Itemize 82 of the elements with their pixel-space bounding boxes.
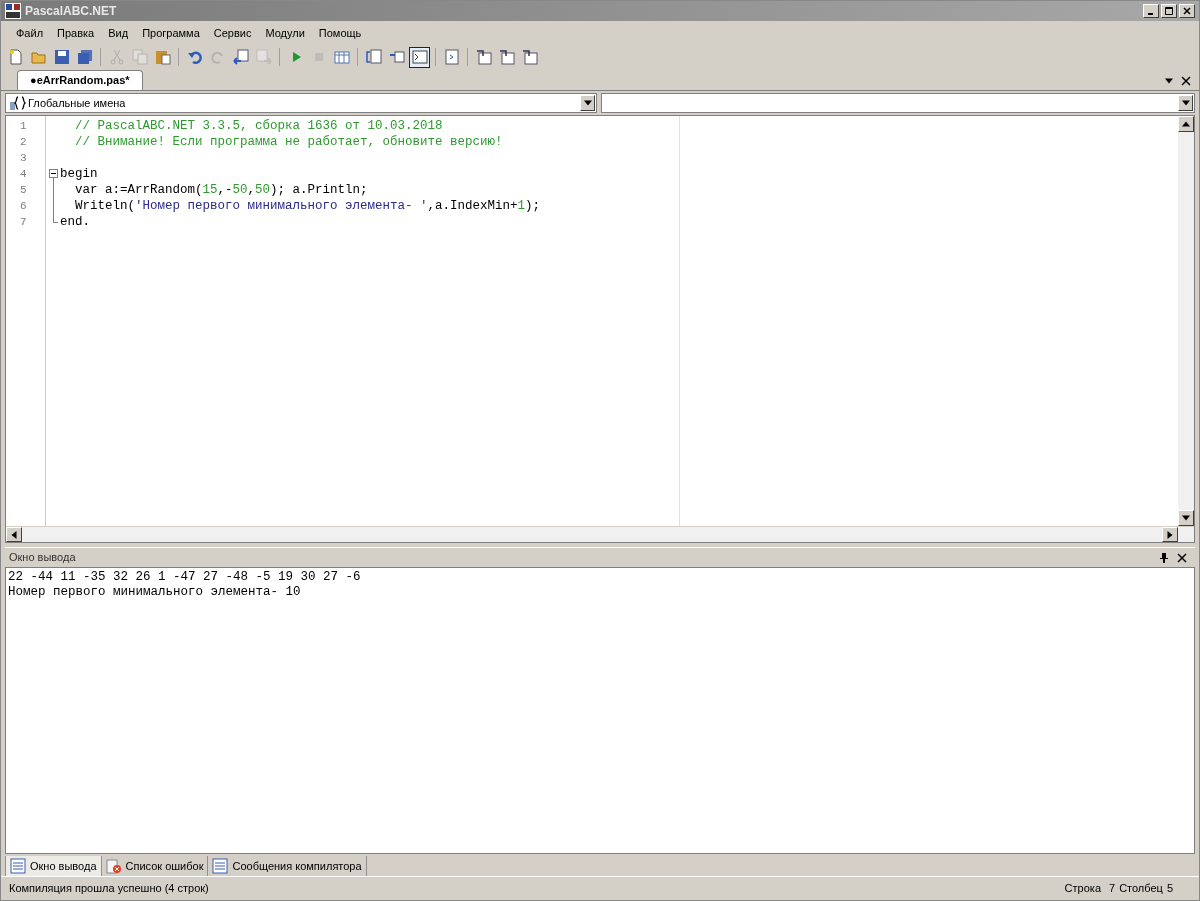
scroll-right-icon [1167,530,1173,539]
step-icon [498,49,515,65]
dropdown-arrow-button[interactable] [580,95,595,111]
paste-icon [154,49,171,65]
column-label: Столбец [1119,881,1163,897]
line-number: 5 [19,182,26,198]
line-label: Строка [1064,881,1101,897]
panel-tab[interactable]: Окно вывода [5,856,102,876]
line-value: 7 [1109,881,1116,897]
open-folder-icon [30,49,47,65]
menu-item[interactable]: Модули [258,22,312,44]
line-number: 3 [19,150,26,166]
list-icon [10,858,26,874]
code-line: Writeln('Номер первого минимального элемента- ',a.IndexMin+1); [74,198,542,214]
panel-icon [443,49,460,65]
scroll-up-icon [1182,121,1190,127]
scissors-icon [108,49,125,65]
pin-icon[interactable] [1159,552,1169,563]
document-bracket-icon [365,49,382,65]
close-icon[interactable] [1177,552,1187,563]
save-all-icon [76,49,93,65]
clipboard-error-icon [105,858,122,874]
window-arrow-icon [255,49,272,65]
window-title: PascalABC.NET [25,3,117,20]
close-icon [1183,7,1191,15]
maximize-icon [1165,7,1173,15]
new-file-icon [7,49,24,65]
window-arrow-icon [232,49,249,65]
line-number: 7 [19,214,26,230]
line-number: 6 [19,198,26,214]
step-icon [475,49,492,65]
maximize-button[interactable] [1161,4,1177,18]
code-line: end. [60,214,91,230]
undo-icon [186,49,203,65]
column-value: 5 [1166,881,1173,897]
caret-icon [1165,78,1173,84]
menu-item[interactable]: Сервис [206,22,259,44]
vertical-scrollbar[interactable] [1178,116,1194,526]
grid-icon [333,49,350,65]
fold-end-line [52,214,58,223]
redo-icon [209,49,226,65]
code-line: // Внимание! Если программа не работает, обновите версию! [74,134,504,150]
toolbar-button[interactable] [409,46,430,68]
step-icon [521,49,538,65]
output-line: Номер первого минимального элемента- 10 [8,585,301,600]
scroll-left-icon [11,530,17,539]
caret-icon [583,100,592,106]
document-arrow-icon [388,49,405,65]
fold-toggle-icon[interactable] [48,166,58,182]
menu-item[interactable]: Помощь [311,22,369,44]
menu-item[interactable]: Вид [101,22,136,44]
list-icon [212,858,229,874]
menu-item[interactable]: Правка [50,22,102,44]
menu-item[interactable]: Программа [135,22,207,44]
app-logo-icon [5,3,21,19]
console-icon [411,49,428,65]
member-dropdown[interactable] [601,93,1195,113]
copy-icon [131,49,148,65]
caret-icon [1182,515,1190,521]
save-icon [53,49,70,65]
code-line: // PascalABC.NET 3.3.5, сборка 1636 от 10.03.2018 [74,118,444,134]
line-number: 4 [19,166,26,182]
status-message: Компиляция прошла успешно (4 строк) [9,881,209,897]
code-line: begin [60,166,99,182]
minimize-button[interactable] [1143,4,1159,18]
close-button[interactable] [1179,4,1195,18]
scope-value: Глобальные имена [28,95,126,111]
caret-icon [1181,100,1190,106]
horizontal-scrollbar[interactable] [6,526,1194,542]
braces-icon [10,96,26,110]
document-tab[interactable]: ●eArrRandom.pas* [17,70,143,90]
panel-tab[interactable]: Список ошибок [101,856,209,876]
scope-dropdown[interactable]: Глобальные имена [5,93,597,113]
code-line: var a:=ArrRandom(15,-50,50); a.Println; [74,182,369,198]
close-icon [1181,76,1191,86]
panel-title: Окно вывода [9,550,76,566]
panel-tab[interactable]: Сообщения компилятора [208,856,367,876]
dropdown-arrow-button[interactable] [1178,95,1193,111]
menu-item[interactable]: Файл [9,22,51,44]
output-line: 22 -44 11 -35 32 26 1 -47 27 -48 -5 19 30 27 -6 [8,570,361,585]
line-number: 1 [19,118,26,134]
line-number: 2 [19,134,26,150]
